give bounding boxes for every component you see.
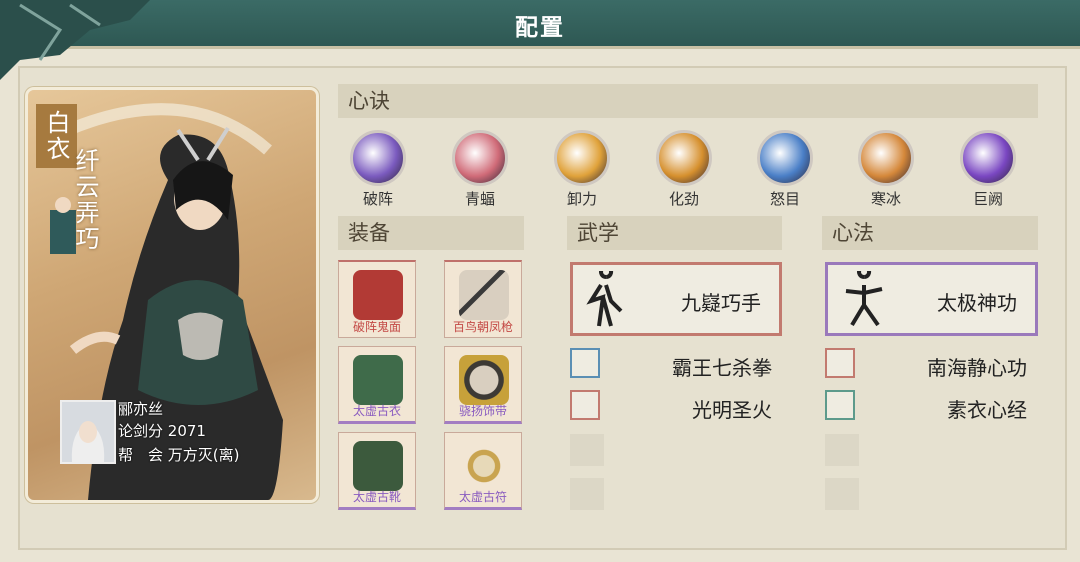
avatar[interactable] [60, 400, 116, 464]
equip-slot-4[interactable]: 骁扬饰带 [444, 346, 522, 424]
skill-orb-icon [858, 130, 914, 186]
guild-value: 万方灭(离) [167, 446, 240, 464]
equip-label-4: 骁扬饰带 [458, 404, 507, 418]
character-name: 郦亦丝 [118, 400, 164, 418]
martial-figure-icon [586, 271, 623, 327]
skill-label: 破阵 [362, 190, 393, 208]
xinfa-empty-slot-1[interactable] [825, 434, 859, 466]
wuxue-item-2-label: 光明圣火 [692, 398, 772, 422]
window-title: 配置 [515, 15, 565, 41]
skill-orb-icon [350, 130, 406, 186]
demon-mask-icon [353, 270, 403, 320]
equip-label-3: 太虚古衣 [352, 404, 401, 418]
skill-4[interactable]: 化劲 [654, 130, 714, 209]
wuxue-main-label: 九嶷巧手 [681, 291, 761, 315]
spear-icon [459, 270, 509, 320]
equip-slot-6[interactable]: 太虚古符 [444, 432, 522, 510]
equip-slot-5[interactable]: 太虚古靴 [338, 432, 416, 510]
skill-orb-icon [960, 130, 1016, 186]
guild-row: 帮 会 万方灭(离) [118, 444, 240, 465]
skill-1[interactable]: 破阵 [348, 130, 408, 209]
skill-label: 青蝠 [464, 190, 495, 208]
score-value: 2071 [167, 422, 206, 440]
fist-icon [570, 348, 600, 378]
skill-orb-icon [554, 130, 610, 186]
section-xinjue: 心诀 [338, 84, 1038, 118]
skill-label: 巨阙 [972, 190, 1003, 208]
skill-label: 化劲 [668, 190, 699, 208]
skill-label: 卸力 [566, 190, 597, 208]
config-window: 配置 白衣 纤云弄巧 郦亦丝 论剑分 2071 帮 会 万方灭(离) 心诀 破阵… [0, 0, 1080, 562]
xinfa-item-2-label: 素衣心经 [947, 398, 1027, 422]
wuxue-empty-slot-2[interactable] [570, 478, 604, 510]
avatar-image [62, 402, 114, 462]
equip-slot-3[interactable]: 太虚古衣 [338, 346, 416, 424]
skill-3[interactable]: 卸力 [552, 130, 612, 209]
skill-label: 怒目 [769, 190, 800, 208]
meditation-icon [825, 348, 855, 378]
character-portrait: 白衣 纤云弄巧 郦亦丝 论剑分 2071 帮 会 万方灭(离) [28, 90, 316, 500]
wuxue-item-1-label: 霸王七杀拳 [672, 356, 772, 380]
guild-label: 帮 会 [118, 446, 164, 464]
equip-slot-1[interactable]: 破阵鬼面 [338, 260, 416, 338]
section-xinfa: 心法 [822, 216, 1038, 250]
wuxue-empty-slot-1[interactable] [570, 434, 604, 466]
belt-icon [459, 355, 509, 405]
xinfa-main-slot[interactable]: 太极神功 [825, 262, 1038, 336]
character-title-2: 纤云弄巧 [71, 148, 99, 252]
wuxue-item-1[interactable]: 霸王七杀拳 [570, 348, 772, 382]
skill-6[interactable]: 寒冰 [856, 130, 916, 209]
equip-label-1: 破阵鬼面 [352, 320, 401, 334]
xinfa-empty-slot-2[interactable] [825, 478, 859, 510]
equip-slot-2[interactable]: 百鸟朝凤枪 [444, 260, 522, 338]
equip-label-5: 太虚古靴 [352, 490, 401, 504]
score-label: 论剑分 [118, 422, 164, 440]
equip-label-6: 太虚古符 [458, 490, 507, 504]
xinfa-item-2[interactable]: 素衣心经 [825, 390, 1027, 424]
taiji-figure-icon [845, 271, 883, 327]
amulet-icon [459, 441, 509, 491]
flame-icon [570, 390, 600, 420]
skill-7[interactable]: 巨阙 [958, 130, 1018, 209]
wuxue-main-slot[interactable]: 九嶷巧手 [570, 262, 782, 336]
equip-label-2: 百鸟朝凤枪 [452, 320, 513, 334]
skill-5[interactable]: 怒目 [755, 130, 815, 209]
title-bar: 配置 [0, 0, 1080, 80]
xinfa-main-label: 太极神功 [937, 291, 1017, 315]
boots-icon [353, 441, 403, 491]
xinfa-item-1[interactable]: 南海静心功 [825, 348, 1027, 382]
robe-icon [353, 355, 403, 405]
skill-orb-icon [656, 130, 712, 186]
skill-label: 寒冰 [870, 190, 901, 208]
section-wuxue: 武学 [567, 216, 782, 250]
section-equipment: 装备 [338, 216, 524, 250]
skill-orb-icon [452, 130, 508, 186]
score-row: 论剑分 2071 [118, 420, 206, 441]
xinfa-item-1-label: 南海静心功 [927, 356, 1027, 380]
skill-2[interactable]: 青蝠 [450, 130, 510, 209]
scripture-icon [825, 390, 855, 420]
skill-orb-icon [757, 130, 813, 186]
wuxue-item-2[interactable]: 光明圣火 [570, 390, 772, 424]
